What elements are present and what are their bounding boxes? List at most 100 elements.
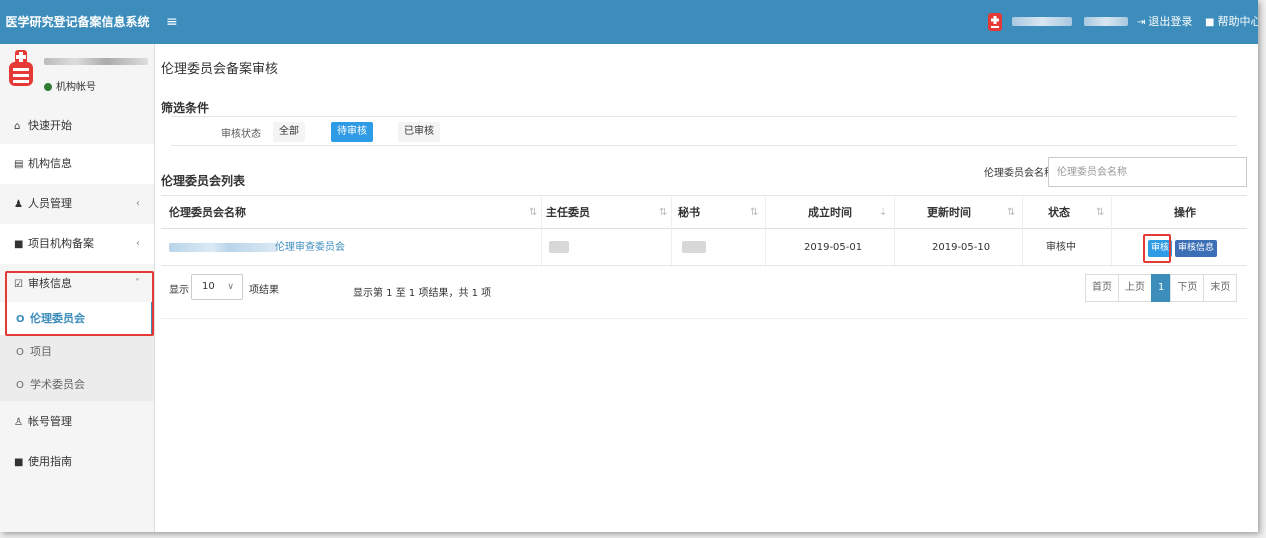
sidebar-item-account[interactable]: ♙ 帐号管理 — [0, 402, 154, 442]
sidebar-item-label: 使用指南 — [28, 455, 72, 468]
committee-name-blurred — [169, 243, 277, 252]
filter-all-button[interactable]: 全部 — [273, 122, 305, 142]
sidebar-item-guide[interactable]: ■ 使用指南 — [0, 442, 154, 482]
first-page-button[interactable]: 首页 — [1085, 274, 1119, 302]
search-label: 伦理委员会名称 — [984, 168, 1054, 179]
secretary-blurred — [682, 241, 706, 253]
status-text: 审核中 — [1046, 242, 1076, 253]
page-size-select[interactable]: 10 ∨ — [191, 274, 243, 300]
home-icon: ⌂ — [14, 121, 21, 132]
chevron-left-icon: ‹ — [136, 238, 140, 249]
page-size-value: 10 — [202, 281, 215, 292]
sidebar-item-org-info[interactable]: ▤ 机构信息 — [0, 144, 154, 184]
established-date: 2019-05-01 — [804, 242, 863, 253]
account-status-label: 机构帐号 — [56, 82, 96, 93]
sort-icon[interactable]: ⇅ — [1007, 196, 1015, 230]
user-org-blurred — [1084, 17, 1128, 26]
menu-toggle-icon[interactable]: ≡ — [166, 0, 178, 44]
online-dot-icon — [44, 83, 52, 91]
col-header-name[interactable]: 伦理委员会名称 — [169, 196, 246, 230]
sidebar-item-label: 项目机构备案 — [28, 237, 94, 250]
chevron-down-icon: ˅ — [135, 278, 140, 289]
sidebar-item-label: 审核信息 — [28, 277, 72, 290]
sidebar-item-projects[interactable]: O 项目 — [0, 335, 154, 368]
divider — [161, 318, 1247, 319]
checkbox-icon: ☑ — [14, 279, 23, 290]
sidebar-item-quick-start[interactable]: ⌂ 快速开始 — [0, 106, 154, 146]
col-header-secretary[interactable]: 秘书 — [678, 196, 700, 230]
list-title: 伦理委员会列表 — [161, 174, 246, 188]
book-icon: ■ — [1205, 17, 1215, 28]
logout-icon: ⇥ — [1137, 17, 1146, 28]
book-icon: ■ — [14, 457, 24, 468]
col-header-updated[interactable]: 更新时间 — [927, 196, 971, 230]
sort-desc-icon[interactable]: ⇣ — [879, 196, 887, 230]
circle-icon: O — [16, 347, 24, 358]
help-label: 帮助中心 — [1217, 15, 1258, 28]
next-page-button[interactable]: 下页 — [1170, 274, 1205, 302]
circle-icon: O — [16, 380, 24, 391]
search-input[interactable] — [1048, 157, 1247, 187]
sidebar-item-ethics-committee[interactable]: O 伦理委员会 — [0, 302, 154, 335]
org-name-blurred — [44, 58, 148, 65]
filter-reviewed-button[interactable]: 已审核 — [398, 122, 440, 142]
users-icon: ♟ — [14, 199, 23, 210]
director-blurred — [549, 241, 569, 253]
show-label: 显示 — [169, 285, 189, 296]
help-center-link[interactable]: ■ 帮助中心 — [1205, 0, 1258, 44]
book-icon: ■ — [14, 239, 24, 250]
sidebar-item-project-filing[interactable]: ■ 项目机构备案 ‹ — [0, 224, 154, 264]
filter-pending-button[interactable]: 待审核 — [331, 122, 373, 142]
sort-icon[interactable]: ⇅ — [750, 196, 758, 230]
col-header-established[interactable]: 成立时间 — [808, 196, 852, 230]
app-title[interactable]: 医学研究登记备案信息系统 — [0, 0, 155, 44]
circle-icon: O — [16, 314, 25, 325]
table-row: 伦理审查委员会 2019-05-01 2019-05-10 审核中 审核 审核信… — [161, 230, 1247, 266]
sidebar-item-label: 项目 — [30, 345, 52, 358]
sidebar-item-review-info[interactable]: ☑ 审核信息 ˅ — [0, 264, 154, 304]
sort-icon[interactable]: ⇅ — [529, 196, 537, 230]
logout-link[interactable]: ⇥ 退出登录 — [1137, 0, 1192, 44]
sidebar: 机构帐号 ⌂ 快速开始 ▤ 机构信息 ♟ 人员管理 ‹ ■ 项目机构备案 ‹ ☑ 审核信息… — [0, 44, 155, 532]
hospital-avatar-icon — [9, 50, 33, 86]
pagination-info: 显示第 1 至 1 项结果，共 1 项 — [353, 288, 492, 299]
user-name-blurred — [1012, 17, 1072, 26]
building-icon: ▤ — [14, 159, 24, 170]
filter-title: 筛选条件 — [161, 101, 210, 115]
logout-label: 退出登录 — [1148, 15, 1193, 28]
page-1-button[interactable]: 1 — [1151, 274, 1172, 302]
review-status-label: 审核状态 — [221, 129, 261, 140]
review-button[interactable]: 审核 — [1148, 240, 1173, 257]
col-header-status[interactable]: 状态 — [1048, 196, 1070, 230]
committee-name-link[interactable]: 伦理审查委员会 — [275, 230, 345, 266]
col-header-director[interactable]: 主任委员 — [546, 196, 590, 230]
chevron-down-icon: ∨ — [227, 282, 234, 292]
sort-icon[interactable]: ⇅ — [1096, 196, 1104, 230]
prev-page-button[interactable]: 上页 — [1118, 274, 1152, 302]
updated-date: 2019-05-10 — [932, 242, 991, 253]
sort-icon[interactable]: ⇅ — [659, 196, 667, 230]
sidebar-item-academic-committee[interactable]: O 学术委员会 — [0, 368, 154, 401]
main-content: 伦理委员会备案审核 筛选条件 审核状态 全部 待审核 已审核 伦理委员会列表 伦… — [155, 44, 1258, 532]
sidebar-item-label: 快速开始 — [28, 119, 72, 132]
sidebar-item-staff[interactable]: ♟ 人员管理 ‹ — [0, 184, 154, 224]
sidebar-item-label: 机构信息 — [28, 157, 72, 170]
chevron-left-icon: ‹ — [136, 198, 140, 209]
last-page-button[interactable]: 末页 — [1203, 274, 1238, 302]
pagination: 首页 上页 1 下页 末页 — [1085, 274, 1238, 302]
sidebar-item-label: 帐号管理 — [28, 415, 72, 428]
user-panel: 机构帐号 — [0, 44, 155, 104]
col-header-actions: 操作 — [1174, 206, 1196, 219]
page-title: 伦理委员会备案审核 — [161, 62, 279, 77]
table-header: 伦理委员会名称 ⇅ 主任委员 ⇅ 秘书 ⇅ 成立时间 ⇣ 更新时间 ⇅ 状态 ⇅… — [161, 195, 1247, 229]
account-status: 机构帐号 — [44, 78, 96, 93]
sidebar-item-label: 伦理委员会 — [30, 312, 85, 325]
page-size-unit: 项结果 — [249, 285, 279, 296]
review-info-button[interactable]: 审核信息 — [1175, 240, 1218, 257]
sidebar-item-label: 学术委员会 — [30, 378, 85, 391]
top-navbar: 医学研究登记备案信息系统 ≡ ⇥ 退出登录 ■ 帮助中心 — [0, 0, 1258, 44]
user-icon: ♙ — [14, 417, 23, 428]
filter-panel: 审核状态 全部 待审核 已审核 — [171, 116, 1237, 146]
sidebar-item-label: 人员管理 — [28, 197, 72, 210]
app-window: 医学研究登记备案信息系统 ≡ ⇥ 退出登录 ■ 帮助中心 机构帐号 ⌂ 快速开始… — [0, 0, 1258, 532]
